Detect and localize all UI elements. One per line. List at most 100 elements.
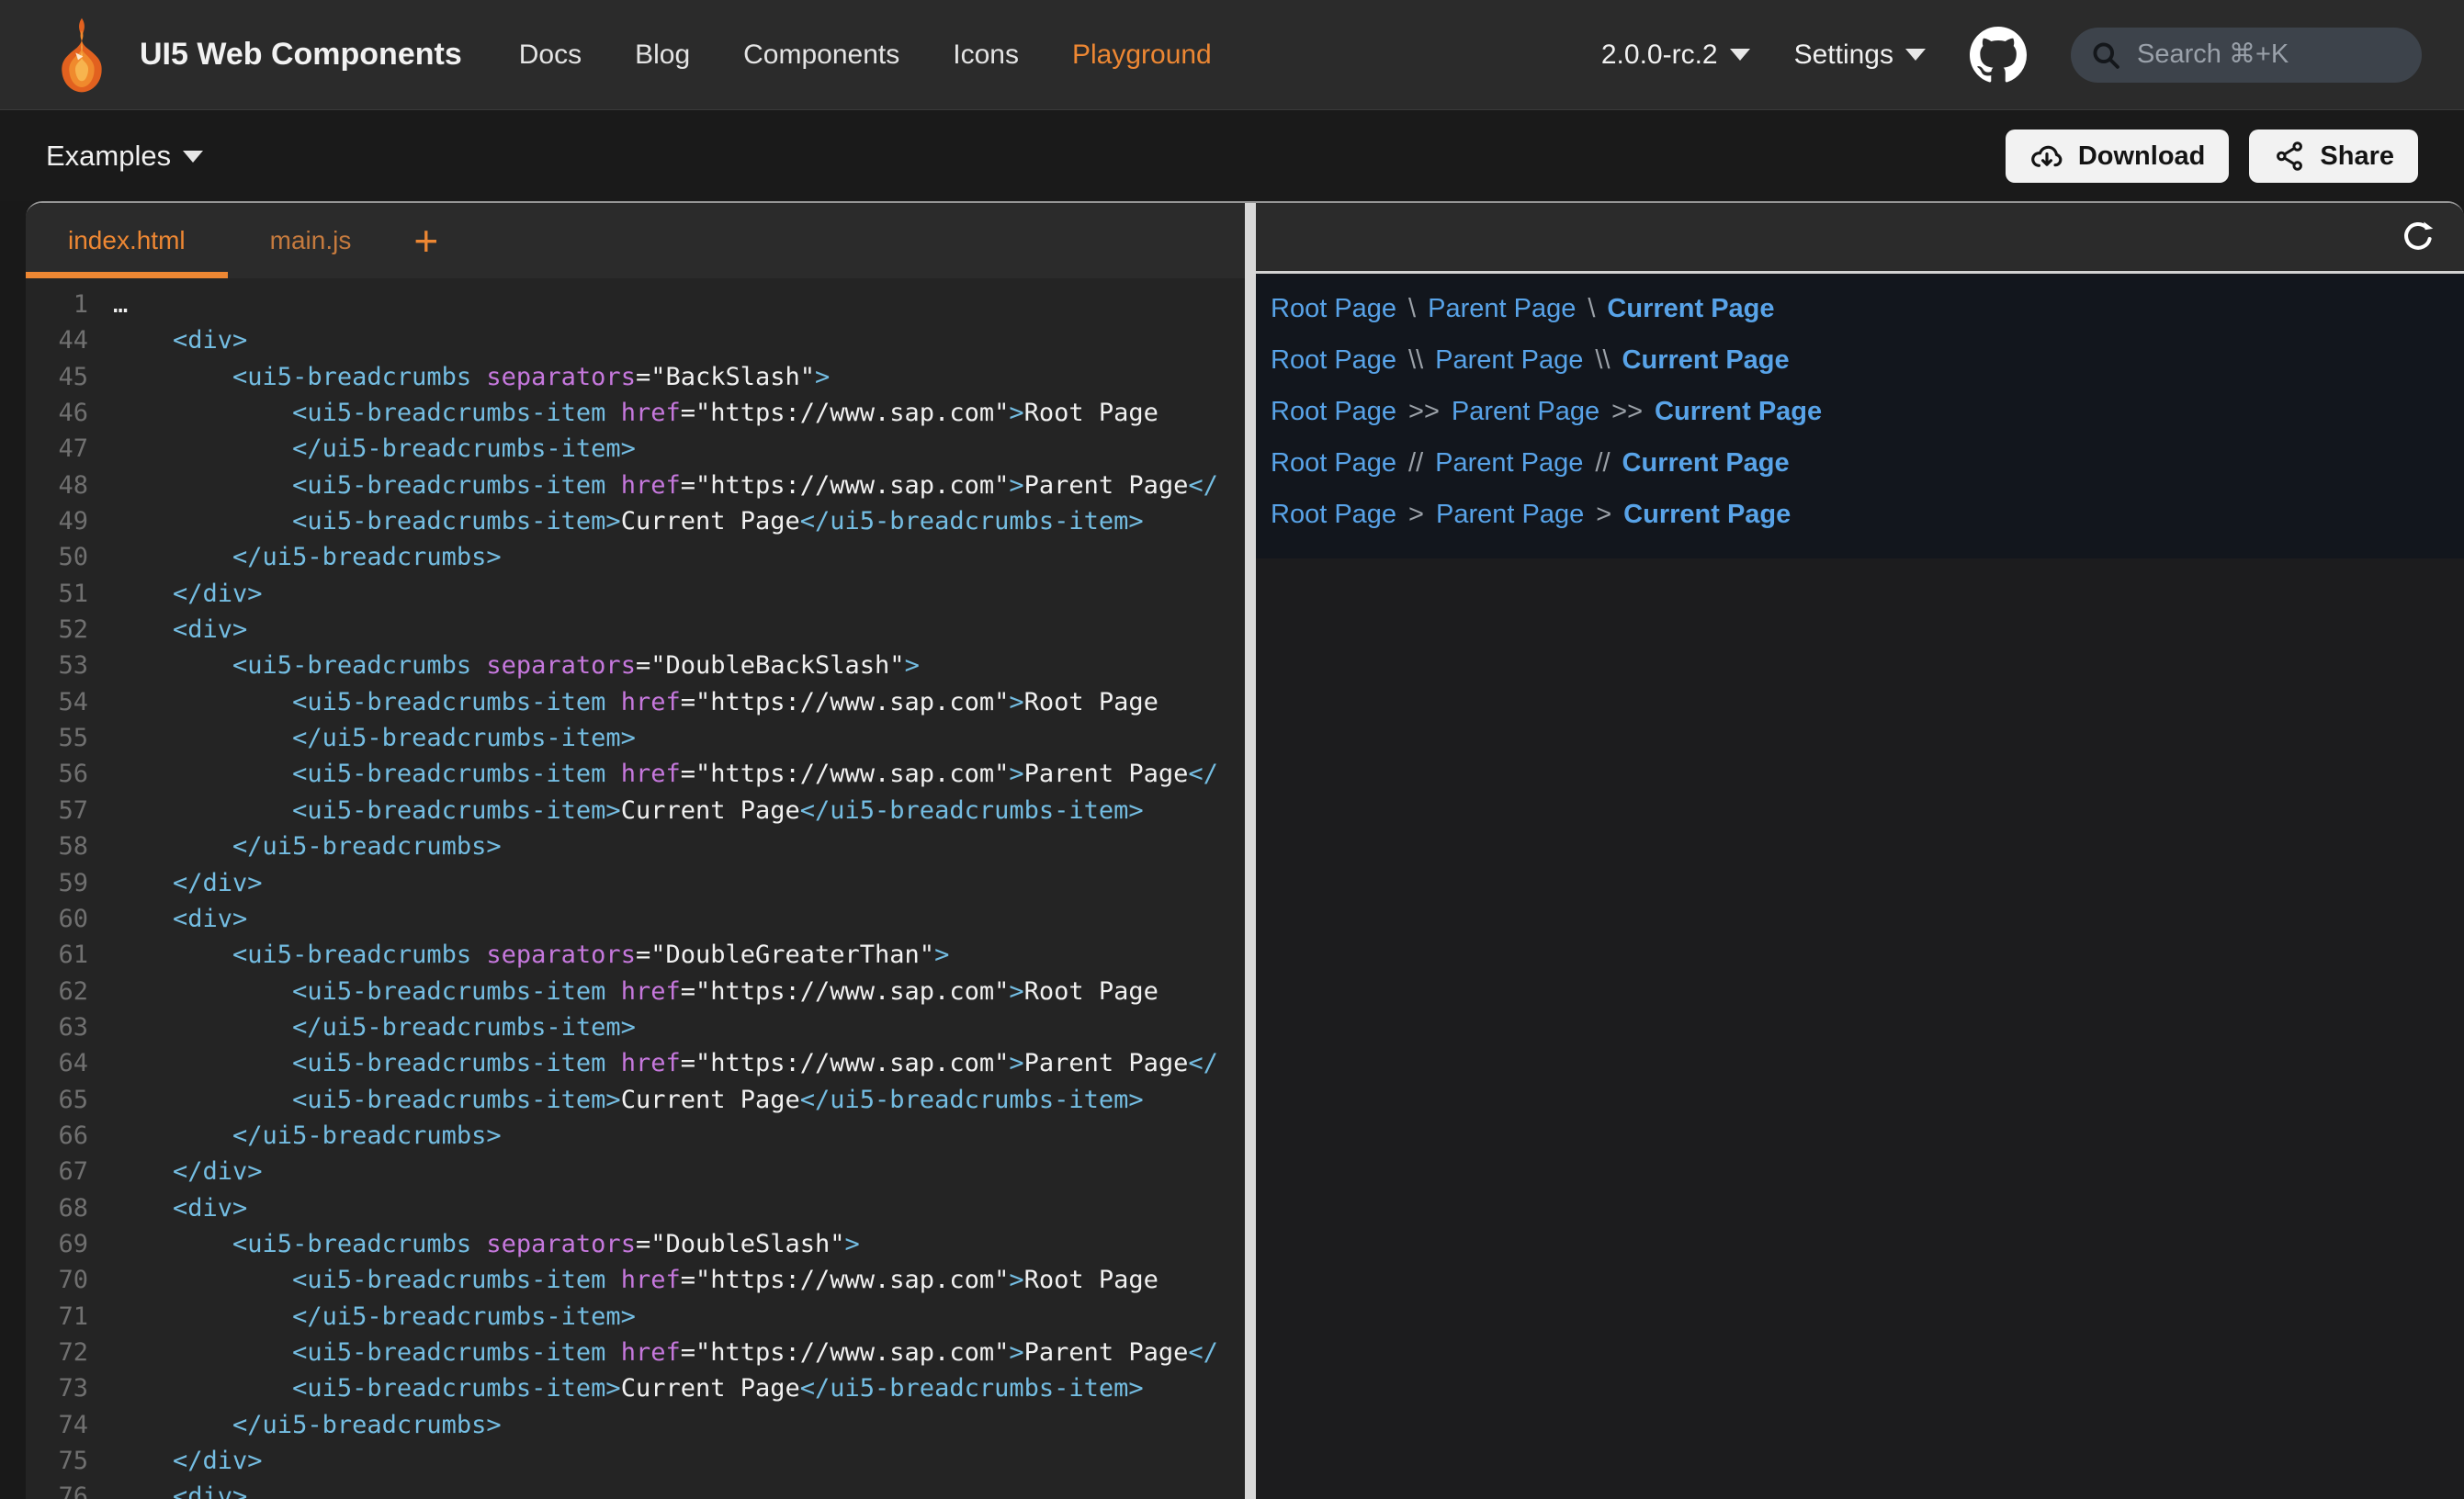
code-line: 53 <ui5-breadcrumbs separators="DoubleBa…	[26, 648, 1245, 683]
top-header: UI5 Web Components Docs Blog Components Ico…	[0, 0, 2464, 110]
code-text: <div>	[88, 1479, 247, 1499]
search-input[interactable]	[2135, 39, 2403, 71]
code-line: 66 </ui5-breadcrumbs>	[26, 1118, 1245, 1154]
code-line: 1…	[26, 287, 1245, 322]
line-number: 68	[26, 1190, 88, 1226]
line-number: 47	[26, 431, 88, 467]
code-text: <ui5-breadcrumbs-item href="https://www.…	[88, 756, 1218, 792]
code-line: 70 <ui5-breadcrumbs-item href="https://w…	[26, 1262, 1245, 1298]
toolbar-actions: Download Share	[2006, 130, 2418, 183]
code-text: </ui5-breadcrumbs>	[88, 828, 502, 864]
line-number: 76	[26, 1479, 88, 1499]
version-label: 2.0.0-rc.2	[1601, 39, 1718, 71]
line-number: 57	[26, 793, 88, 828]
code-line: 65 <ui5-breadcrumbs-item>Current Page</u…	[26, 1082, 1245, 1118]
settings-dropdown[interactable]: Settings	[1794, 39, 1926, 71]
ui5-phoenix-logo-icon[interactable]	[42, 16, 121, 95]
code-text: <ui5-breadcrumbs separators="DoubleSlash…	[88, 1226, 860, 1262]
code-text: </ui5-breadcrumbs-item>	[88, 431, 636, 467]
search-box	[2071, 28, 2422, 83]
line-number: 55	[26, 720, 88, 756]
code-line: 47 </ui5-breadcrumbs-item>	[26, 431, 1245, 467]
header-right: 2.0.0-rc.2 Settings	[1601, 27, 2422, 84]
breadcrumb-link[interactable]: Current Page	[1622, 448, 1790, 479]
refresh-button[interactable]	[2398, 217, 2438, 257]
breadcrumb-link[interactable]: Parent Page	[1436, 500, 1584, 530]
breadcrumb-link[interactable]: Parent Page	[1428, 294, 1576, 324]
code-text: </ui5-breadcrumbs-item>	[88, 720, 636, 756]
breadcrumb-link[interactable]: Parent Page	[1435, 448, 1583, 479]
nav-components[interactable]: Components	[743, 39, 899, 71]
line-number: 58	[26, 828, 88, 864]
line-number: 56	[26, 756, 88, 792]
nav-playground[interactable]: Playground	[1072, 39, 1212, 71]
code-line: 57 <ui5-breadcrumbs-item>Current Page</u…	[26, 793, 1245, 828]
breadcrumb-link[interactable]: Root Page	[1271, 500, 1396, 530]
line-number: 71	[26, 1299, 88, 1335]
code-text: <ui5-breadcrumbs-item href="https://www.…	[88, 468, 1218, 503]
code-text: <ui5-breadcrumbs-item href="https://www.…	[88, 1262, 1159, 1298]
code-line: 44 <div>	[26, 322, 1245, 358]
breadcrumb-link[interactable]: Parent Page	[1435, 345, 1583, 376]
breadcrumb-link[interactable]: Root Page	[1271, 448, 1396, 479]
examples-label: Examples	[46, 140, 171, 173]
chevron-down-icon	[1905, 49, 1926, 61]
nav-icons[interactable]: Icons	[953, 39, 1019, 71]
breadcrumb-link[interactable]: Root Page	[1271, 294, 1396, 324]
breadcrumb-link[interactable]: Parent Page	[1452, 397, 1599, 427]
breadcrumb-separator: >>	[1611, 397, 1643, 427]
code-text: </ui5-breadcrumbs-item>	[88, 1009, 636, 1045]
add-tab-button[interactable]: +	[402, 203, 449, 278]
line-number: 63	[26, 1009, 88, 1045]
line-number: 69	[26, 1226, 88, 1262]
code-line: 72 <ui5-breadcrumbs-item href="https://w…	[26, 1335, 1245, 1370]
version-dropdown[interactable]: 2.0.0-rc.2	[1601, 39, 1750, 71]
breadcrumb-link[interactable]: Root Page	[1271, 397, 1396, 427]
tab-main.js[interactable]: main.js	[228, 203, 394, 278]
code-line: 73 <ui5-breadcrumbs-item>Current Page</u…	[26, 1370, 1245, 1406]
code-line: 75 </div>	[26, 1443, 1245, 1479]
code-text: </ui5-breadcrumbs-item>	[88, 1299, 636, 1335]
download-button[interactable]: Download	[2006, 130, 2230, 183]
nav-docs[interactable]: Docs	[519, 39, 582, 71]
brand-title[interactable]: UI5 Web Components	[140, 37, 462, 73]
line-number: 73	[26, 1370, 88, 1406]
editor-pane: index.htmlmain.js+ 1…44 <div>45 <ui5-bre…	[26, 203, 1245, 1499]
breadcrumb-separator: \	[1588, 294, 1595, 324]
breadcrumb-separator: //	[1595, 448, 1610, 479]
breadcrumbs-row: Root Page//Parent Page//Current Page	[1271, 437, 2464, 489]
code-line: 62 <ui5-breadcrumbs-item href="https://w…	[26, 974, 1245, 1009]
settings-label: Settings	[1794, 39, 1893, 71]
code-text: </ui5-breadcrumbs>	[88, 1407, 502, 1443]
breadcrumb-link[interactable]: Current Page	[1655, 397, 1822, 427]
line-number: 62	[26, 974, 88, 1009]
breadcrumb-link[interactable]: Current Page	[1607, 294, 1774, 324]
code-text: <ui5-breadcrumbs-item href="https://www.…	[88, 1335, 1218, 1370]
share-button[interactable]: Share	[2249, 130, 2418, 183]
breadcrumbs-row: Root Page\Parent Page\Current Page	[1271, 283, 2464, 334]
examples-dropdown[interactable]: Examples	[46, 140, 203, 173]
download-label: Download	[2078, 141, 2206, 172]
breadcrumb-link[interactable]: Root Page	[1271, 345, 1396, 376]
code-text: </ui5-breadcrumbs>	[88, 539, 502, 575]
github-icon[interactable]	[1970, 27, 2027, 84]
line-number: 65	[26, 1082, 88, 1118]
breadcrumb-separator: >	[1596, 500, 1611, 530]
preview-pane: Root Page\Parent Page\Current PageRoot P…	[1256, 203, 2464, 1499]
code-editor[interactable]: 1…44 <div>45 <ui5-breadcrumbs separators…	[26, 278, 1245, 1499]
nav-blog[interactable]: Blog	[635, 39, 690, 71]
breadcrumb-separator: >>	[1408, 397, 1440, 427]
preview-content: Root Page\Parent Page\Current PageRoot P…	[1256, 274, 2464, 558]
code-line: 48 <ui5-breadcrumbs-item href="https://w…	[26, 468, 1245, 503]
breadcrumb-link[interactable]: Current Page	[1622, 345, 1790, 376]
code-line: 51 </div>	[26, 576, 1245, 612]
split-handle[interactable]	[1245, 203, 1256, 1499]
code-line: 56 <ui5-breadcrumbs-item href="https://w…	[26, 756, 1245, 792]
breadcrumb-link[interactable]: Current Page	[1623, 500, 1791, 530]
share-label: Share	[2320, 141, 2394, 172]
chevron-down-icon	[183, 151, 203, 163]
code-line: 71 </ui5-breadcrumbs-item>	[26, 1299, 1245, 1335]
code-text: <ui5-breadcrumbs-item href="https://www.…	[88, 974, 1159, 1009]
code-text: <div>	[88, 612, 247, 648]
tab-index.html[interactable]: index.html	[26, 203, 228, 278]
